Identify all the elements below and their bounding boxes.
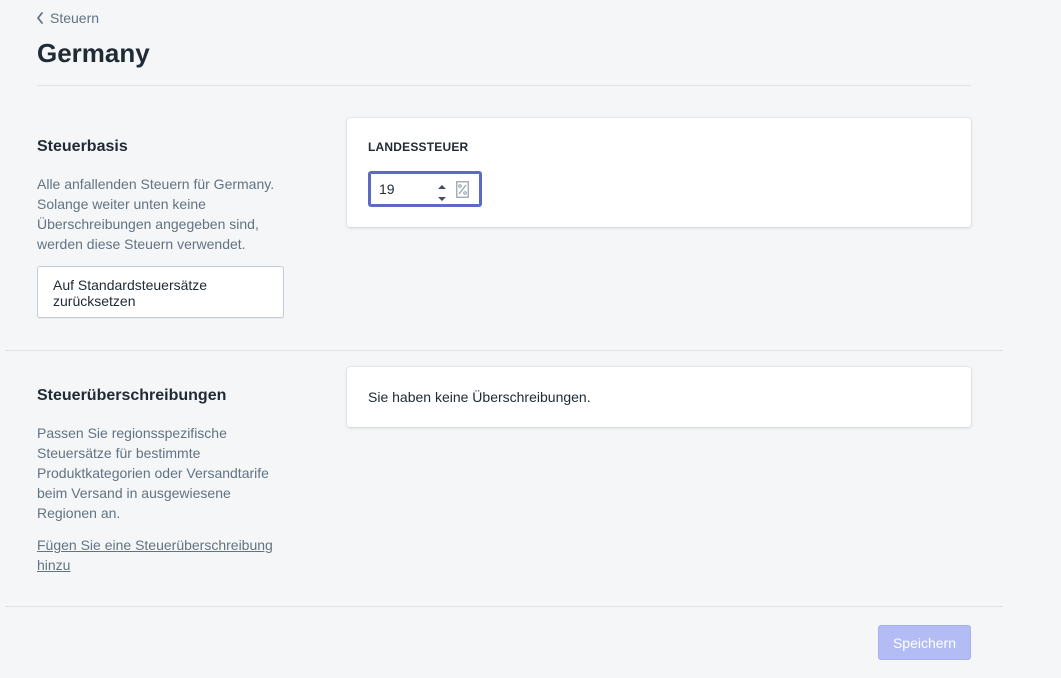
percent-icon [456,181,469,198]
add-override-link[interactable]: Fügen Sie eine Steuerüberschreibung hinz… [37,535,282,575]
tax-basis-description: Alle anfallenden Steuern für Germany. So… [37,176,275,252]
overrides-description: Passen Sie regionsspezifische Steuersätz… [37,425,269,521]
stepper-up-icon[interactable] [436,179,448,189]
country-tax-card: LANDESSTEUER [347,118,971,227]
tax-country-page: Steuern Germany Steuerbasis Alle anfalle… [0,0,1061,678]
no-overrides-text: Sie haben keine Überschreibungen. [368,389,591,405]
page-title: Germany [37,38,150,68]
country-tax-label: LANDESSTEUER [368,140,469,154]
chevron-left-icon [37,12,43,24]
breadcrumb[interactable]: Steuern [35,10,99,26]
tax-basis-heading: Steuerbasis [37,138,128,155]
reset-default-rates-button[interactable]: Auf Standardsteuersätze zurücksetzen [37,266,284,318]
section-divider [5,350,1003,351]
overrides-card: Sie haben keine Überschreibungen. [347,367,971,427]
footer-divider [5,606,1003,607]
divider [37,85,971,86]
breadcrumb-label: Steuern [50,10,100,26]
country-tax-field[interactable] [368,171,482,207]
rate-stepper[interactable] [436,179,448,201]
overrides-heading: Steuerüberschreibungen [37,387,227,404]
save-button[interactable]: Speichern [878,625,971,660]
country-tax-rate-input[interactable] [379,181,434,197]
stepper-down-icon[interactable] [436,191,448,201]
